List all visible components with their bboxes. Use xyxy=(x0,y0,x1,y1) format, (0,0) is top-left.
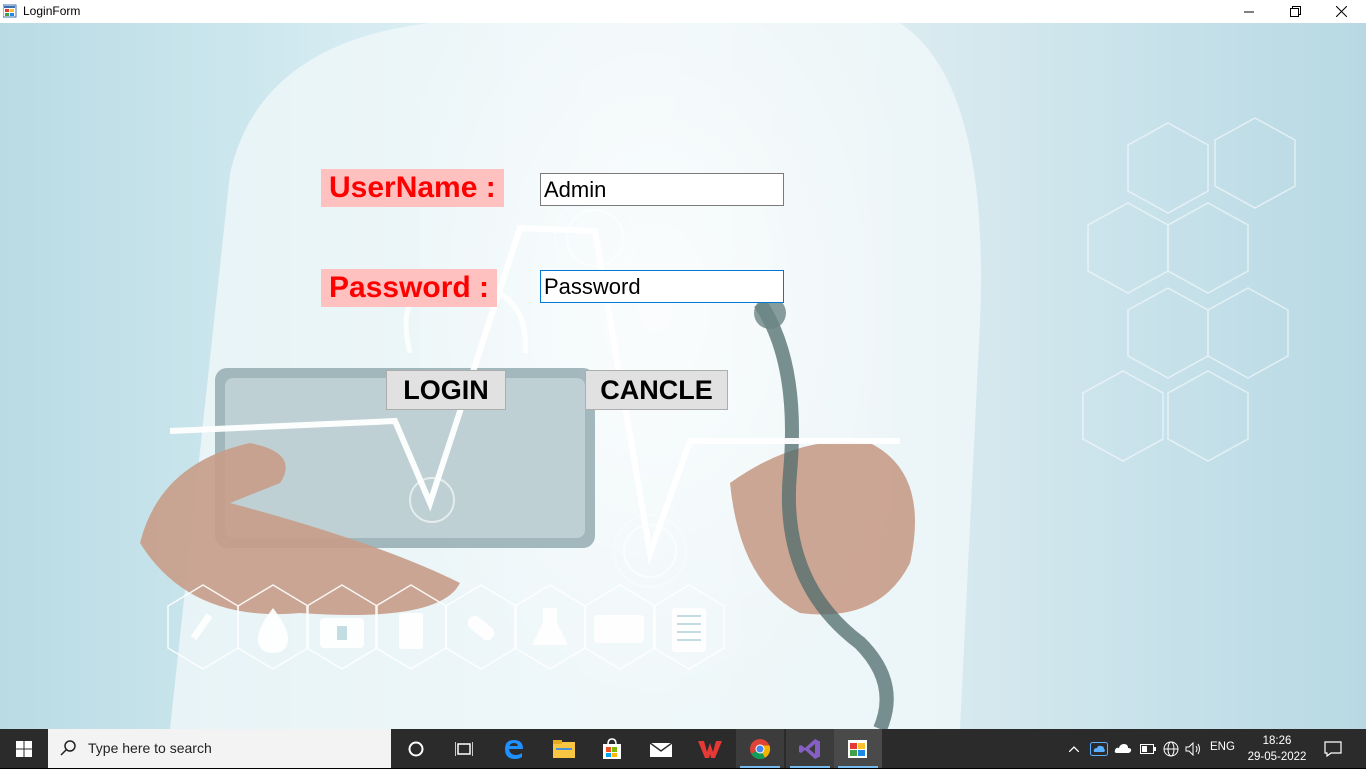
close-button[interactable] xyxy=(1318,0,1364,23)
loginform-app-icon xyxy=(848,739,867,758)
app-window-icon xyxy=(3,4,17,18)
username-field[interactable] xyxy=(540,173,784,206)
search-icon xyxy=(60,740,76,756)
taskbar-visual-studio[interactable] xyxy=(786,729,834,768)
window-title: LoginForm xyxy=(23,4,81,18)
mail-icon xyxy=(650,741,672,757)
taskbar-wps-office[interactable] xyxy=(686,729,734,768)
file-explorer-icon xyxy=(553,739,575,758)
volume-icon xyxy=(1185,741,1200,756)
edge-icon xyxy=(505,739,523,759)
minimize-button[interactable] xyxy=(1226,0,1272,23)
search-placeholder: Type here to search xyxy=(88,740,212,756)
tray-volume[interactable] xyxy=(1183,729,1205,768)
taskbar-edge[interactable] xyxy=(490,729,538,768)
tray-onedrive[interactable] xyxy=(1088,729,1110,768)
cancel-button[interactable]: CANCLE xyxy=(585,370,728,410)
taskbar-store[interactable] xyxy=(588,729,636,768)
visual-studio-icon xyxy=(799,738,820,759)
taskbar-chrome[interactable] xyxy=(736,729,784,768)
taskbar-search-box[interactable]: Type here to search xyxy=(48,729,391,768)
clock-time: 18:26 xyxy=(1262,735,1292,747)
minimize-icon xyxy=(1244,11,1254,12)
username-label: UserName : xyxy=(321,169,504,207)
taskbar-mail[interactable] xyxy=(637,729,685,768)
chevron-up-icon xyxy=(1069,745,1079,752)
tray-battery[interactable] xyxy=(1137,729,1159,768)
password-field[interactable] xyxy=(540,270,784,303)
start-button[interactable] xyxy=(0,729,48,768)
password-label: Password : xyxy=(321,269,498,307)
task-view-icon xyxy=(455,741,473,756)
input-language[interactable]: ENG xyxy=(1210,741,1235,753)
login-button[interactable]: LOGIN xyxy=(386,370,506,410)
globe-network-icon xyxy=(1163,741,1179,756)
wps-office-icon xyxy=(698,740,722,758)
restore-button[interactable] xyxy=(1272,0,1318,23)
cloud-sync-icon xyxy=(1090,741,1108,756)
action-center-button[interactable] xyxy=(1318,729,1348,768)
taskbar-file-explorer[interactable] xyxy=(540,729,588,768)
cloud-icon xyxy=(1114,744,1132,753)
login-form-client-area: UserName : Password : LOGIN CANCLE xyxy=(0,23,1366,729)
title-bar: LoginForm xyxy=(0,0,1366,23)
restore-icon xyxy=(1289,6,1301,17)
windows-logo-icon xyxy=(16,740,32,757)
clock-date: 29-05-2022 xyxy=(1247,751,1307,763)
show-hidden-icons-button[interactable] xyxy=(1064,729,1084,768)
close-icon xyxy=(1335,6,1347,17)
tray-network[interactable] xyxy=(1160,729,1182,768)
task-view-button[interactable] xyxy=(440,729,488,768)
store-icon xyxy=(603,737,621,759)
cortana-icon xyxy=(408,741,424,756)
notification-icon xyxy=(1324,740,1342,757)
taskbar-loginform-app[interactable] xyxy=(834,729,882,768)
clock[interactable]: 18:26 29-05-2022 xyxy=(1240,731,1314,769)
chrome-icon xyxy=(750,738,771,759)
taskbar: Type here to search ENG 18:26 29-05-2022 xyxy=(0,729,1366,768)
cortana-button[interactable] xyxy=(392,729,440,768)
battery-icon xyxy=(1140,743,1156,754)
tray-cloud[interactable] xyxy=(1112,729,1134,768)
